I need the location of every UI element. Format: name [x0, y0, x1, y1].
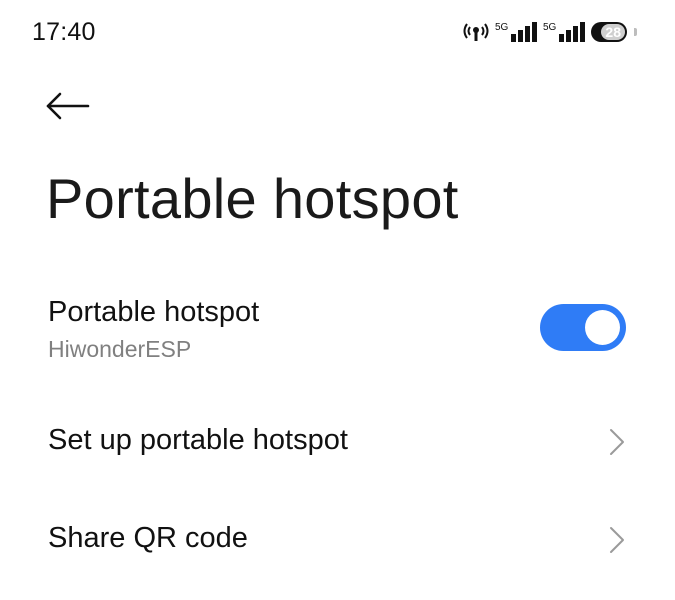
share-qr-code-item[interactable]: Share QR code — [0, 510, 675, 570]
toggle-knob — [585, 310, 620, 345]
setup-portable-hotspot-label: Set up portable hotspot — [48, 424, 348, 456]
setup-portable-hotspot-item[interactable]: Set up portable hotspot — [0, 412, 675, 472]
back-button[interactable] — [44, 84, 94, 128]
status-time: 17:40 — [32, 18, 96, 46]
network-label-2: 5G — [543, 22, 557, 33]
chevron-right-icon — [610, 527, 624, 553]
share-qr-code-label: Share QR code — [48, 522, 248, 554]
portable-hotspot-toggle[interactable] — [540, 304, 626, 351]
status-bar: 17:40 5G 5G 28 — [0, 0, 675, 62]
network-label-1: 5G — [495, 22, 509, 33]
back-arrow-icon — [46, 92, 90, 120]
hotspot-name: HiwonderESP — [48, 336, 192, 362]
chevron-right-icon — [610, 429, 624, 455]
signal-icon: 5G — [543, 22, 585, 42]
status-icons: 5G 5G 28 — [463, 20, 637, 44]
page-title: Portable hotspot — [46, 167, 459, 230]
battery-cap — [634, 28, 637, 36]
battery-percentage: 28 — [605, 24, 621, 40]
battery-icon: 28 — [591, 22, 627, 42]
signal-icon: 5G — [495, 22, 537, 42]
portable-hotspot-setting[interactable]: Portable hotspot HiwonderESP — [0, 288, 675, 378]
hotspot-icon — [463, 23, 489, 41]
portable-hotspot-label: Portable hotspot — [48, 296, 260, 328]
